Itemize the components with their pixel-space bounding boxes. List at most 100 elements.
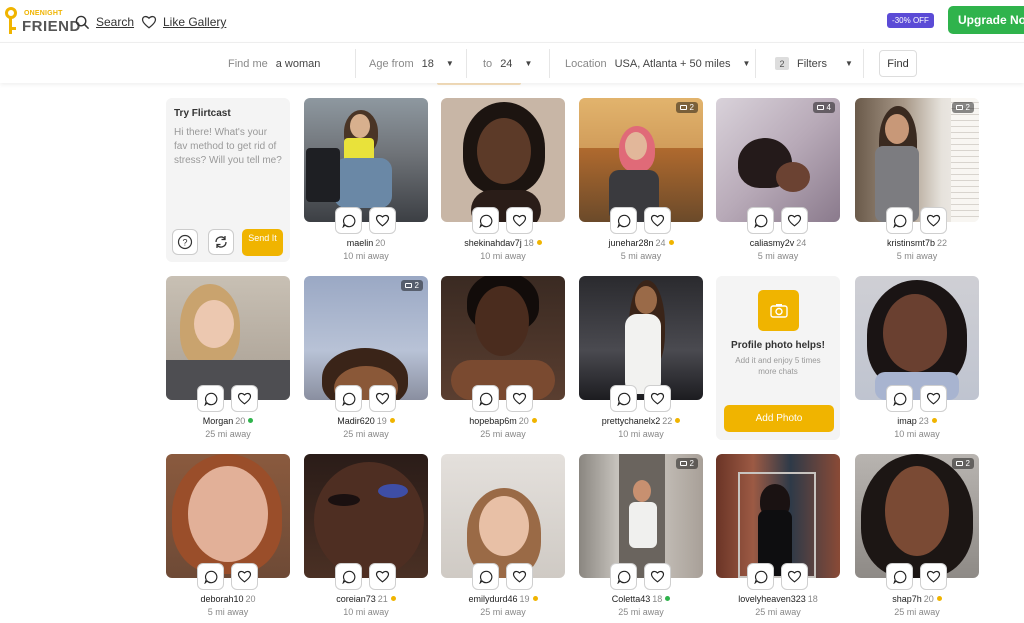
chat-button[interactable] xyxy=(197,563,224,590)
like-button[interactable] xyxy=(506,207,533,234)
like-button[interactable] xyxy=(920,385,947,412)
status-dot xyxy=(936,596,942,601)
status-dot xyxy=(389,418,395,423)
like-button[interactable] xyxy=(920,563,947,590)
chat-icon xyxy=(341,214,355,228)
chat-icon xyxy=(616,570,630,584)
profile-photo[interactable] xyxy=(855,454,979,578)
profile-photo[interactable] xyxy=(166,454,290,578)
profile-photo[interactable] xyxy=(166,276,290,400)
profile-photo[interactable] xyxy=(579,454,703,578)
profile-photo[interactable] xyxy=(579,276,703,400)
refresh-message-button[interactable] xyxy=(208,229,234,255)
add-photo-text: Add it and enjoy 5 times more chats xyxy=(735,356,821,376)
profile-photo[interactable] xyxy=(855,98,979,222)
upgrade-button[interactable]: Upgrade Now xyxy=(948,6,1024,34)
profile-photo[interactable] xyxy=(441,276,565,400)
chat-icon xyxy=(478,392,492,406)
like-button[interactable] xyxy=(506,563,533,590)
nav-search-link[interactable]: Search xyxy=(75,12,134,32)
like-button[interactable] xyxy=(369,207,396,234)
like-button[interactable] xyxy=(644,385,671,412)
send-flirtcast-button[interactable]: Send It xyxy=(242,229,283,256)
profile-distance: 5 mi away xyxy=(757,251,799,261)
profile-name: junehar28n xyxy=(608,238,654,248)
filters-count-badge: 2 xyxy=(775,57,789,70)
profile-age: 18 xyxy=(523,238,534,248)
chat-button[interactable] xyxy=(610,385,637,412)
chat-button[interactable] xyxy=(610,207,637,234)
heart-icon xyxy=(141,15,157,29)
chat-button[interactable] xyxy=(472,207,499,234)
divider xyxy=(549,49,550,78)
photo-count: 2 xyxy=(965,103,970,112)
profile-photo[interactable] xyxy=(716,98,840,222)
profile-name-age: shekinahdav7j 18 xyxy=(441,238,565,248)
like-button[interactable] xyxy=(369,385,396,412)
find-button[interactable]: Find xyxy=(879,50,917,77)
like-button[interactable] xyxy=(506,385,533,412)
nav-like-gallery-link[interactable]: Like Gallery xyxy=(141,12,226,32)
chat-button[interactable] xyxy=(335,385,362,412)
like-button[interactable] xyxy=(231,563,258,590)
profile-name-age: lovelyheaven323 18 xyxy=(716,594,840,604)
profile-photo[interactable] xyxy=(579,98,703,222)
profile-photo[interactable] xyxy=(855,276,979,400)
profile-photo[interactable] xyxy=(304,98,428,222)
chevron-down-icon: ▼ xyxy=(445,59,454,68)
chat-button[interactable] xyxy=(886,207,913,234)
profile-name: prettychanelx2 xyxy=(601,416,661,426)
profile-name: shap7h xyxy=(892,594,922,604)
chat-button[interactable] xyxy=(610,563,637,590)
site-logo[interactable]: ONENIGHT FRIEND xyxy=(4,7,80,37)
chevron-down-icon: ▼ xyxy=(742,59,751,68)
age-from-select[interactable]: Age from 18 ▼ xyxy=(369,43,454,84)
profile-photo[interactable] xyxy=(304,276,428,400)
profile-age: 20 xyxy=(923,594,934,604)
profile-photo[interactable] xyxy=(716,454,840,578)
profile-name-age: Morgan 20 xyxy=(166,416,290,426)
like-button[interactable] xyxy=(644,563,671,590)
chat-button[interactable] xyxy=(197,385,224,412)
help-button[interactable]: ? xyxy=(172,229,198,255)
like-button[interactable] xyxy=(369,563,396,590)
chat-button[interactable] xyxy=(335,563,362,590)
logo-text-top: ONENIGHT xyxy=(24,10,63,17)
like-button[interactable] xyxy=(781,563,808,590)
photo-count-badge: 2 xyxy=(951,458,974,469)
chat-icon xyxy=(341,570,355,584)
chat-button[interactable] xyxy=(886,563,913,590)
chat-button[interactable] xyxy=(886,385,913,412)
like-button[interactable] xyxy=(231,385,258,412)
chat-button[interactable] xyxy=(747,207,774,234)
chat-button[interactable] xyxy=(747,563,774,590)
tab-indicator xyxy=(437,83,521,85)
add-photo-title: Profile photo helps! xyxy=(731,340,825,351)
find-me-filter[interactable]: Find me a woman xyxy=(228,43,320,84)
profile-name: Madir620 xyxy=(337,416,375,426)
like-button[interactable] xyxy=(781,207,808,234)
chat-button[interactable] xyxy=(335,207,362,234)
chat-icon xyxy=(753,214,767,228)
heart-icon xyxy=(237,392,252,405)
like-button[interactable] xyxy=(644,207,671,234)
profile-name: caliasmy2v xyxy=(749,238,795,248)
profile-photo[interactable] xyxy=(441,98,565,222)
profile-name: Morgan xyxy=(202,416,234,426)
photo-count: 2 xyxy=(414,281,419,290)
profile-photo[interactable] xyxy=(441,454,565,578)
profile-distance: 10 mi away xyxy=(343,251,389,261)
svg-text:?: ? xyxy=(182,238,187,248)
more-filters-dropdown[interactable]: 2 Filters ▼ xyxy=(775,43,853,84)
chat-icon xyxy=(616,392,630,406)
add-photo-button[interactable]: Add Photo xyxy=(724,405,834,432)
location-select[interactable]: Location USA, Atlanta + 50 miles ▼ xyxy=(565,43,750,84)
key-icon xyxy=(4,7,18,35)
profile-photo[interactable] xyxy=(304,454,428,578)
chat-button[interactable] xyxy=(472,563,499,590)
camera-icon xyxy=(679,461,687,466)
like-button[interactable] xyxy=(920,207,947,234)
chat-button[interactable] xyxy=(472,385,499,412)
age-to-select[interactable]: to 24 ▼ xyxy=(483,43,532,84)
chat-icon xyxy=(892,214,906,228)
